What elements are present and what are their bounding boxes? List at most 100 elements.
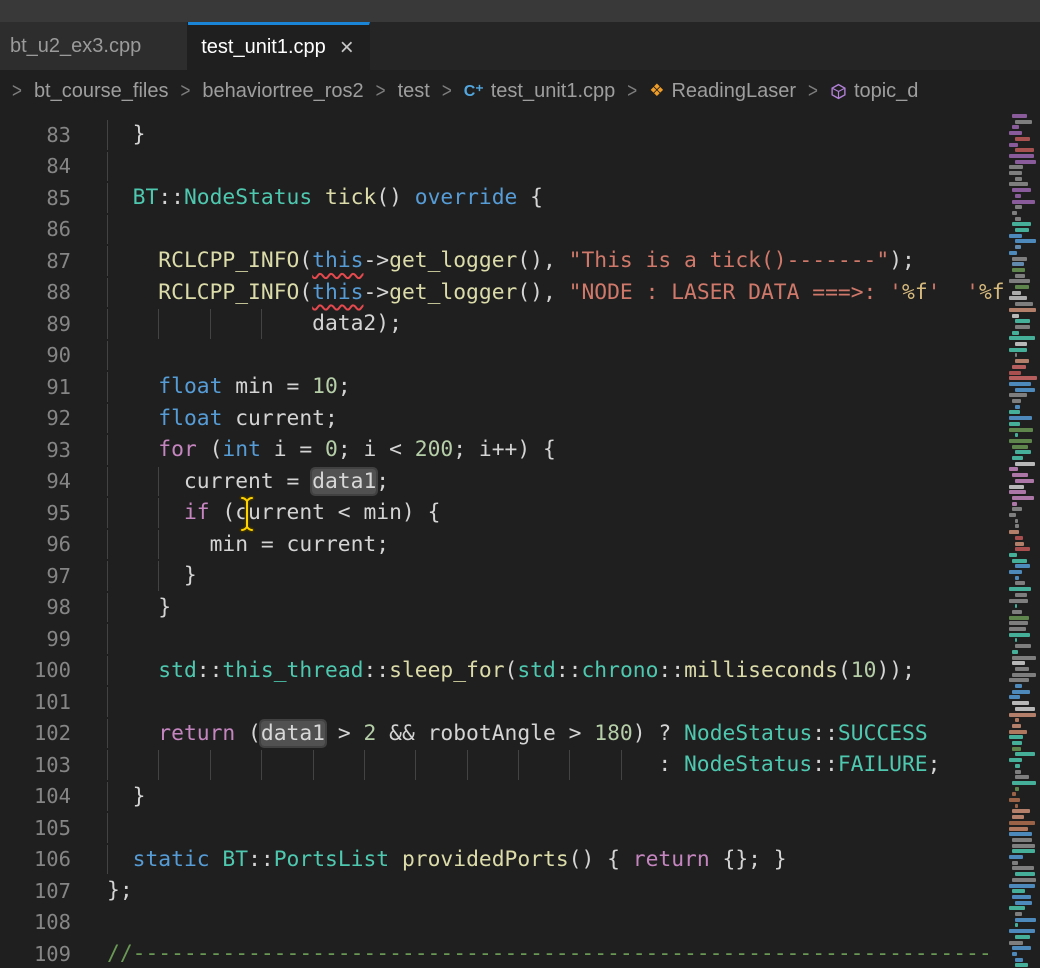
line-number[interactable]: 107 [0, 879, 107, 903]
word-highlight: data1 [261, 721, 325, 746]
code-line-96[interactable]: 96 min = current; [0, 529, 1008, 561]
code-line-83[interactable]: 83 } [0, 119, 1008, 151]
code-line-92[interactable]: 92 float current; [0, 403, 1008, 435]
breadcrumb-item-topic_d[interactable]: topic_d [830, 80, 919, 103]
minimap-line [1009, 410, 1020, 414]
minimap[interactable] [1008, 112, 1040, 968]
code-line-93[interactable]: 93 for (int i = 0; i < 200; i++) { [0, 434, 1008, 466]
code-line-86[interactable]: 86 [0, 214, 1008, 246]
code-line-100[interactable]: 100 std::this_thread::sleep_for(std::chr… [0, 655, 1008, 687]
line-number[interactable]: 103 [0, 753, 107, 777]
line-number[interactable]: 89 [0, 312, 107, 336]
code-line-104[interactable]: 104 } [0, 781, 1008, 813]
line-number[interactable]: 106 [0, 847, 107, 871]
method-cube-symbol-icon [830, 83, 847, 100]
minimap-line [1012, 844, 1035, 848]
line-number[interactable]: 102 [0, 721, 107, 745]
token: for [158, 437, 196, 462]
code-line-101[interactable]: 101 [0, 686, 1008, 718]
minimap-line [1012, 507, 1022, 511]
breadcrumb-item-test_unit1-cpp[interactable]: C⁺test_unit1.cpp [464, 80, 616, 103]
code-text: static BT::PortsList providedPorts() { r… [107, 847, 787, 872]
minimap-line [1015, 353, 1017, 357]
tab-bt_u2_ex3-cpp[interactable]: bt_u2_ex3.cpp [0, 22, 188, 70]
line-number[interactable]: 108 [0, 910, 107, 934]
minimap-line [1012, 559, 1027, 563]
code-line-97[interactable]: 97 } [0, 560, 1008, 592]
token: //--------------------------------------… [107, 941, 992, 966]
minimap-line [1009, 713, 1036, 717]
token: (current < min) { [210, 500, 441, 525]
code-line-95[interactable]: 95 if (current < min) { [0, 497, 1008, 529]
minimap-line [1009, 758, 1022, 762]
line-number[interactable]: 92 [0, 406, 107, 430]
code-line-109[interactable]: 109//-----------------------------------… [0, 938, 1008, 968]
line-number[interactable]: 84 [0, 154, 107, 178]
token [107, 374, 158, 399]
code-line-87[interactable]: 87 RCLCPP_INFO(this->get_logger(), "This… [0, 245, 1008, 277]
minimap-line [1009, 422, 1020, 426]
code-line-85[interactable]: 85 BT::NodeStatus tick() override { [0, 182, 1008, 214]
minimap-line [1015, 319, 1030, 323]
token: milliseconds [684, 658, 838, 683]
code-line-99[interactable]: 99 [0, 623, 1008, 655]
code-line-90[interactable]: 90 [0, 340, 1008, 372]
code-line-91[interactable]: 91 float min = 10; [0, 371, 1008, 403]
minimap-line [1012, 610, 1022, 614]
line-number[interactable]: 101 [0, 690, 107, 714]
code-line-98[interactable]: 98 } [0, 592, 1008, 624]
code-line-107[interactable]: 107}; [0, 875, 1008, 907]
tab-test_unit1-cpp[interactable]: test_unit1.cpp× [188, 22, 370, 70]
line-number[interactable]: 90 [0, 343, 107, 367]
code-text: } [107, 784, 145, 809]
breadcrumb-item-bt_course_files[interactable]: bt_course_files [34, 80, 169, 103]
line-number[interactable]: 85 [0, 186, 107, 210]
line-number[interactable]: 100 [0, 658, 107, 682]
breadcrumb-label: behaviortree_ros2 [202, 80, 363, 103]
line-number[interactable]: 86 [0, 217, 107, 241]
code-line-89[interactable]: 89 data2); [0, 308, 1008, 340]
line-number[interactable]: 83 [0, 123, 107, 147]
code-line-103[interactable]: 103 : NodeStatus::FAILURE; [0, 749, 1008, 781]
minimap-line [1009, 376, 1037, 380]
line-number[interactable]: 96 [0, 532, 107, 556]
code-line-88[interactable]: 88 RCLCPP_INFO(this->get_logger(), "NODE… [0, 277, 1008, 309]
code-line-94[interactable]: 94 current = data1; [0, 466, 1008, 498]
line-number[interactable]: 87 [0, 249, 107, 273]
minimap-line [1012, 211, 1017, 215]
line-number[interactable]: 99 [0, 627, 107, 651]
code-line-102[interactable]: 102 return (data1 > 2 && robotAngle > 18… [0, 718, 1008, 750]
minimap-line [1009, 553, 1017, 557]
code-line-84[interactable]: 84 [0, 151, 1008, 183]
line-number[interactable]: 93 [0, 438, 107, 462]
code-line-105[interactable]: 105 [0, 812, 1008, 844]
vscode-window: bt_u2_ex3.cpptest_unit1.cpp× > bt_course_… [0, 0, 1040, 968]
minimap-line [1012, 952, 1017, 956]
line-number[interactable]: 91 [0, 375, 107, 399]
breadcrumb-item-test[interactable]: test [398, 80, 430, 103]
minimap-line [1009, 428, 1033, 432]
token [107, 500, 184, 525]
line-number[interactable]: 98 [0, 595, 107, 619]
line-number[interactable]: 109 [0, 942, 107, 966]
breadcrumb-item-ReadingLaser[interactable]: ❖ReadingLaser [649, 80, 796, 103]
line-number[interactable]: 105 [0, 816, 107, 840]
token: : [107, 752, 684, 777]
line-number[interactable]: 95 [0, 501, 107, 525]
code-editor[interactable]: 83 }8485 BT::NodeStatus tick() override … [0, 112, 1040, 968]
line-number[interactable]: 97 [0, 564, 107, 588]
tab-close-icon[interactable]: × [340, 36, 354, 60]
token: } [107, 563, 197, 588]
code-line-108[interactable]: 108 [0, 907, 1008, 939]
minimap-line [1015, 342, 1027, 346]
chevron-right-icon: > [180, 79, 190, 104]
token: data2); [107, 311, 402, 336]
minimap-line [1015, 433, 1018, 437]
line-number[interactable]: 104 [0, 784, 107, 808]
breadcrumb-item-behaviortree_ros2[interactable]: behaviortree_ros2 [202, 80, 363, 103]
code-line-106[interactable]: 106 static BT::PortsList providedPorts()… [0, 844, 1008, 876]
error-squiggle-word: this [312, 280, 363, 305]
line-number[interactable]: 88 [0, 280, 107, 304]
token: int [222, 437, 260, 462]
line-number[interactable]: 94 [0, 469, 107, 493]
